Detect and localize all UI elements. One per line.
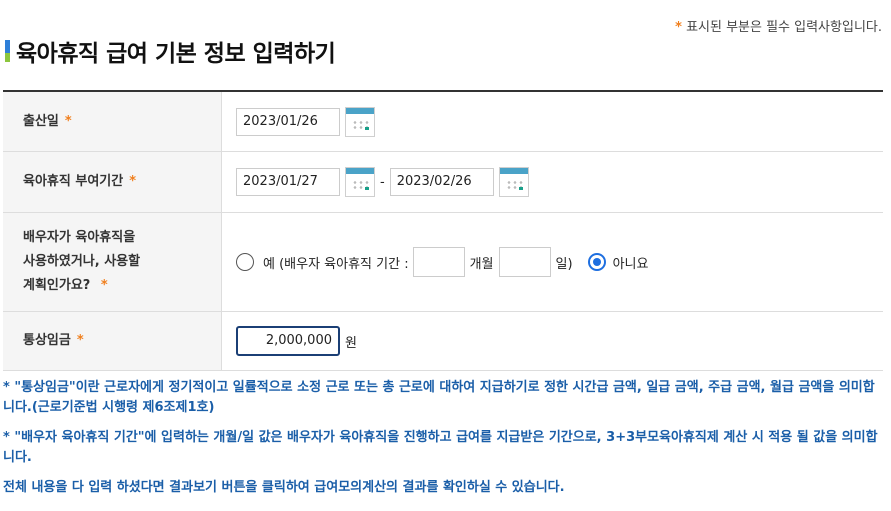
days-unit: 일) bbox=[555, 256, 573, 272]
title-bar-decoration bbox=[5, 40, 10, 62]
required-note-text: 표시된 부분은 필수 입력사항입니다. bbox=[686, 20, 882, 35]
wage-content: 2,000,000 원 bbox=[222, 312, 883, 370]
birth-label: 출산일 * bbox=[3, 92, 222, 151]
wage-label-text: 통상임금 bbox=[23, 333, 71, 348]
spouse-leave-row: 배우자가 육아휴직을 사용하였거나, 사용할 계획인가요? * 예 (배우자 육… bbox=[3, 213, 883, 312]
note-ordinary-wage: * "통상임금"이란 근로자에게 정기적이고 일률적으로 소정 근로 또는 총 … bbox=[3, 380, 875, 415]
spouse-leave-content: 예 (배우자 육아휴직 기간 : 개월 일) 아니요 bbox=[222, 213, 883, 311]
calendar-icon[interactable] bbox=[345, 106, 375, 137]
spouse-label-line3: 계획인가요? bbox=[23, 278, 91, 293]
wage-input[interactable]: 2,000,000 bbox=[236, 326, 340, 356]
spouse-yes-label: 예 (배우자 육아휴직 기간 : bbox=[263, 256, 409, 272]
leave-end-date-input[interactable]: 2023/02/26 bbox=[389, 168, 494, 196]
wage-unit: 원 bbox=[345, 335, 357, 351]
page-title: 육아휴직 급여 기본 정보 입력하기 bbox=[5, 36, 336, 67]
spouse-required-star: * bbox=[100, 278, 108, 293]
leave-period-row: 육아휴직 부여기간 * 2023/01/27 - 2023/02/26 bbox=[3, 152, 883, 213]
leave-start-date-input[interactable]: 2023/01/27 bbox=[236, 168, 340, 196]
leave-period-label: 육아휴직 부여기간 * bbox=[3, 152, 222, 212]
note-spouse-period: * "배우자 육아휴직 기간"에 입력하는 개월/일 값은 배우자가 육아휴직을… bbox=[3, 430, 878, 465]
leave-period-content: 2023/01/27 - 2023/02/26 bbox=[222, 152, 883, 212]
wage-required-star: * bbox=[76, 333, 84, 348]
months-unit: 개월 bbox=[469, 256, 494, 272]
birth-row: 출산일 * 2023/01/26 bbox=[3, 92, 883, 152]
notes: * "통상임금"이란 근로자에게 정기적이고 일률적으로 소정 근로 또는 총 … bbox=[3, 378, 883, 508]
spouse-no-radio[interactable] bbox=[587, 253, 606, 271]
birth-required-star: * bbox=[64, 113, 72, 129]
spouse-months-input[interactable] bbox=[412, 247, 465, 277]
spouse-no-label: 아니요 bbox=[612, 256, 649, 272]
spouse-label-line2: 사용하였거나, 사용할 bbox=[23, 254, 141, 269]
calendar-icon[interactable] bbox=[498, 167, 529, 197]
spouse-days-input[interactable] bbox=[498, 247, 551, 277]
birth-content: 2023/01/26 bbox=[222, 92, 883, 151]
spouse-leave-label: 배우자가 육아휴직을 사용하였거나, 사용할 계획인가요? * bbox=[3, 213, 222, 311]
calendar-icon[interactable] bbox=[345, 167, 375, 197]
birth-date-input[interactable]: 2023/01/26 bbox=[236, 107, 340, 136]
birth-label-text: 출산일 bbox=[23, 113, 59, 129]
wage-label: 통상임금 * bbox=[3, 312, 222, 370]
page: * 표시된 부분은 필수 입력사항입니다. 육아휴직 급여 기본 정보 입력하기… bbox=[0, 0, 891, 511]
date-separator: - bbox=[380, 174, 385, 190]
page-title-text: 육아휴직 급여 기본 정보 입력하기 bbox=[16, 41, 336, 67]
spouse-yes-radio[interactable] bbox=[236, 253, 254, 271]
leave-period-required-star: * bbox=[129, 174, 137, 189]
required-star: * bbox=[675, 20, 682, 35]
wage-row: 통상임금 * 2,000,000 원 bbox=[3, 312, 883, 371]
spouse-label-line1: 배우자가 육아휴직을 bbox=[23, 230, 136, 245]
note-result-guide: 전체 내용을 다 입력 하셨다면 결과보기 버튼을 클릭하여 급여모의계산의 결… bbox=[3, 480, 565, 495]
leave-period-label-text: 육아휴직 부여기간 bbox=[23, 174, 124, 189]
info-form: 출산일 * 2023/01/26 육아휴직 부여기간 * 2023/01/27 bbox=[3, 90, 883, 371]
required-note: * 표시된 부분은 필수 입력사항입니다. bbox=[675, 16, 882, 35]
